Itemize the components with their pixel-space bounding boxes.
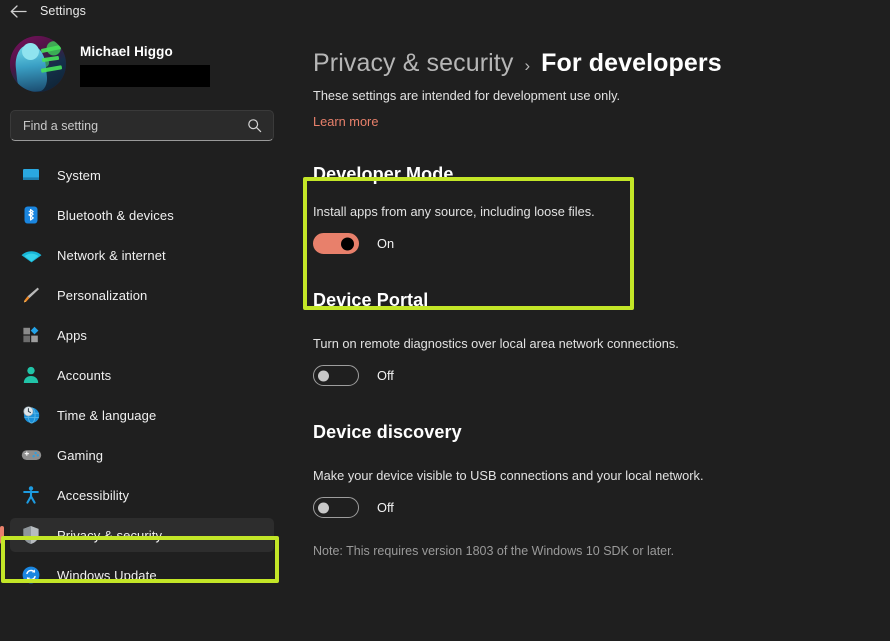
sidebar-item-gaming[interactable]: Gaming [10,438,274,472]
toggle-knob [318,502,329,513]
sidebar-item-apps[interactable]: Apps [10,318,274,352]
section-device-discovery: Device discovery Make your device visibl… [313,422,890,558]
account-name: Michael Higgo [80,44,210,59]
paintbrush-icon [20,284,42,306]
sidebar-item-label: Accounts [57,368,111,383]
sidebar-item-bluetooth-devices[interactable]: Bluetooth & devices [10,198,274,232]
breadcrumb: Privacy & security › For developers [313,22,890,64]
sidebar-item-windows-update[interactable]: Windows Update [10,558,274,592]
section-description: Make your device visible to USB connecti… [313,468,890,483]
chevron-right-icon: › [524,56,530,76]
toggle-state-label: Off [377,368,394,383]
sidebar-item-label: Privacy & security [57,528,162,543]
sidebar-nav: System Bluetooth & devices [0,158,288,592]
section-description: Install apps from any source, including … [313,204,890,219]
sidebar-item-accounts[interactable]: Accounts [10,358,274,392]
developer-mode-toggle-row: On [313,233,890,254]
sdk-version-note: Note: This requires version 1803 of the … [313,544,890,558]
sidebar-item-label: Time & language [57,408,156,423]
device-discovery-toggle[interactable] [313,497,359,518]
section-device-portal: Device Portal Turn on remote diagnostics… [313,290,890,386]
shield-icon [20,524,42,546]
sidebar-item-accessibility[interactable]: Accessibility [10,478,274,512]
sidebar-item-label: Personalization [57,288,147,303]
search-input[interactable] [23,119,247,133]
breadcrumb-parent-link[interactable]: Privacy & security [313,49,513,78]
sidebar: Michael Higgo Syste [0,22,288,641]
apps-icon [20,324,42,346]
device-discovery-toggle-row: Off [313,497,890,518]
sidebar-item-label: Apps [57,328,87,343]
main-content: Privacy & security › For developers Thes… [288,22,890,641]
section-developer-mode: Developer Mode Install apps from any sou… [313,164,890,254]
sync-icon [20,564,42,586]
search-box[interactable] [10,110,274,141]
avatar [10,36,66,92]
window-title: Settings [40,4,86,18]
device-portal-toggle[interactable] [313,365,359,386]
arrow-left-icon [10,5,27,18]
gamepad-icon [20,444,42,466]
accessibility-icon [20,484,42,506]
sidebar-item-time-language[interactable]: Time & language [10,398,274,432]
section-description: Turn on remote diagnostics over local ar… [313,336,890,351]
back-button[interactable] [0,0,36,22]
clock-globe-icon [20,404,42,426]
section-title: Device Portal [313,290,890,311]
toggle-state-label: On [377,236,394,251]
sidebar-item-personalization[interactable]: Personalization [10,278,274,312]
title-bar: Settings [0,0,890,22]
sidebar-item-label: System [57,168,101,183]
page-title: For developers [541,49,722,78]
toggle-knob [341,237,354,250]
sidebar-item-label: Gaming [57,448,103,463]
monitor-icon [20,164,42,186]
developer-mode-toggle[interactable] [313,233,359,254]
learn-more-link[interactable]: Learn more [313,114,378,129]
toggle-state-label: Off [377,500,394,515]
toggle-knob [318,370,329,381]
section-title: Device discovery [313,422,890,443]
sidebar-item-label: Bluetooth & devices [57,208,174,223]
settings-window: Settings Michael Higgo [0,0,890,641]
sidebar-item-network-internet[interactable]: Network & internet [10,238,274,272]
account-email-redacted [80,65,210,87]
wifi-icon [20,244,42,266]
search-icon[interactable] [247,118,265,133]
sidebar-item-label: Windows Update [57,568,157,583]
sidebar-item-privacy-security[interactable]: Privacy & security [10,518,274,552]
device-portal-toggle-row: Off [313,365,890,386]
section-title: Developer Mode [313,164,890,185]
person-icon [20,364,42,386]
sidebar-item-label: Network & internet [57,248,166,263]
sidebar-item-label: Accessibility [57,488,129,503]
intro-text: These settings are intended for developm… [313,88,890,103]
sidebar-item-system[interactable]: System [10,158,274,192]
account-header[interactable]: Michael Higgo [0,22,288,92]
bluetooth-icon [20,204,42,226]
